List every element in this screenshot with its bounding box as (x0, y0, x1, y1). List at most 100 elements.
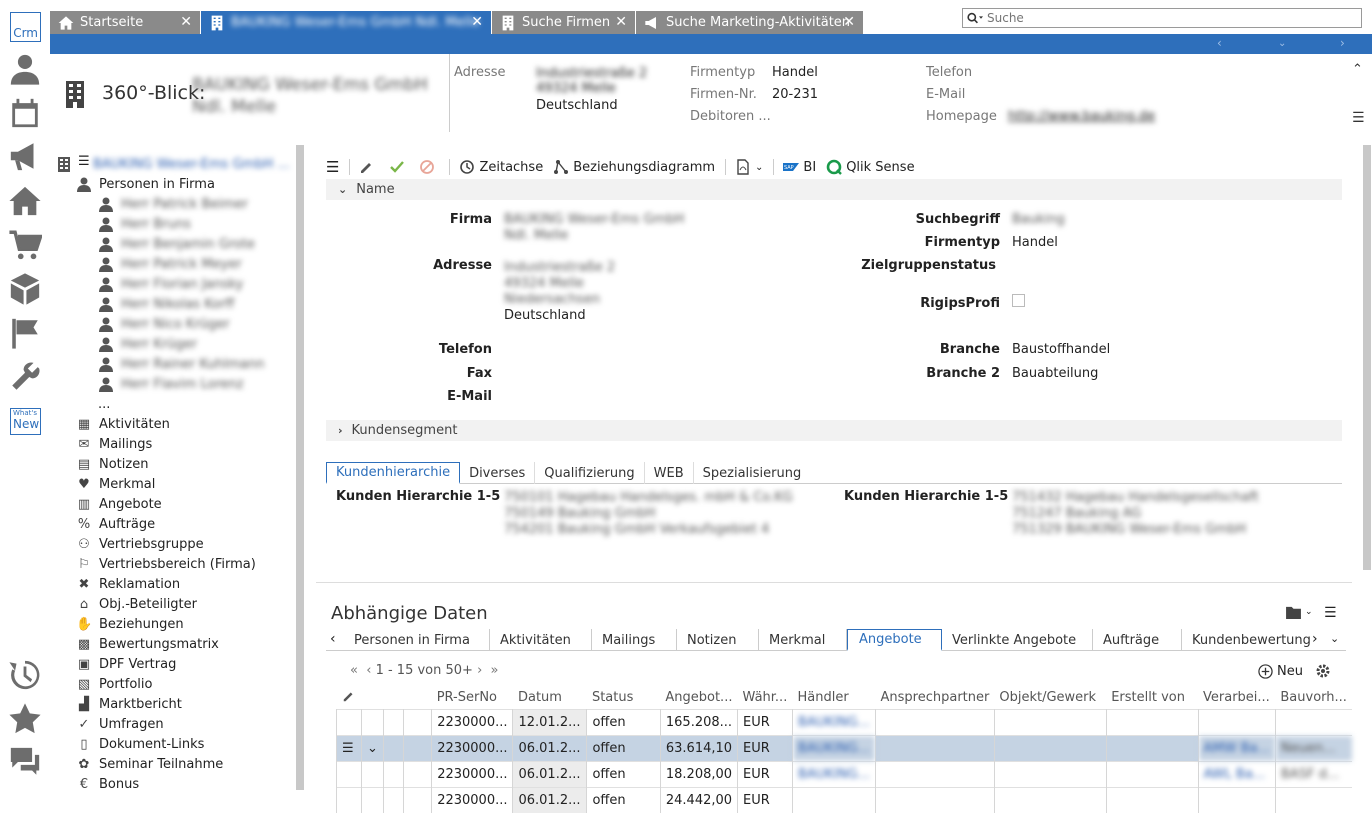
col-header[interactable]: Bauvorh... (1275, 687, 1352, 709)
folder-icon[interactable] (1286, 606, 1301, 623)
tree-item[interactable]: ✓ Umfragen (76, 714, 164, 734)
dtab-notizen[interactable]: Notizen (676, 629, 759, 651)
col-header[interactable]: Datum (513, 687, 587, 709)
chevron-down-icon[interactable]: ⌄ (360, 735, 384, 761)
tree-item[interactable]: ▤ Notizen (76, 454, 149, 474)
scrollbar[interactable] (1363, 145, 1371, 570)
tab-suche-marketing[interactable]: Suche Marketing-Aktivitäten ✕ (636, 11, 863, 34)
tree-person[interactable]: Herr Benjamin Grote (98, 234, 255, 254)
tree-item[interactable]: ✿ Seminar Teilnahme (76, 754, 224, 774)
chevron-down-icon[interactable]: ⌄ (755, 162, 763, 173)
home-icon[interactable] (6, 182, 44, 220)
tree-more[interactable]: ... (98, 394, 110, 414)
subtab-kundenhierarchie[interactable]: Kundenhierarchie (326, 462, 461, 484)
new-button[interactable]: Neu (1258, 663, 1331, 679)
tree-item[interactable]: ▥ Angebote (76, 494, 162, 514)
menu-icon[interactable]: ☰ (1324, 605, 1337, 621)
tree-person[interactable]: Herr Patrick Beimer (98, 194, 248, 214)
chevron-right-icon[interactable]: › (1312, 631, 1318, 647)
tree-item[interactable]: ▯ Dokument-Links (76, 734, 204, 754)
tree-item[interactable]: ✖ Reklamation (76, 574, 181, 594)
crm-logo[interactable]: Crm (10, 12, 41, 42)
tree-item-personen[interactable]: Personen in Firma (76, 174, 215, 194)
tree-person[interactable]: Herr Krüger (98, 334, 197, 354)
tree-item[interactable]: ▧ Portfolio (76, 674, 153, 694)
close-icon[interactable]: ✕ (615, 14, 627, 30)
dtab-auftraege[interactable]: Aufträge (1092, 629, 1182, 651)
chevron-left-icon[interactable]: ‹ (330, 631, 336, 647)
tree-person[interactable]: Herr Nico Krüger (98, 314, 230, 334)
tree-item[interactable]: ♥ Merkmal (76, 474, 155, 494)
dtab-merkmal[interactable]: Merkmal (758, 629, 847, 651)
table-row[interactable]: 2230000... 06.01.2... offen 18.208,00 EUR BAU… (336, 761, 1352, 787)
cart-icon[interactable] (6, 226, 44, 264)
bi-button[interactable]: SAP BI (783, 159, 816, 175)
tree-item[interactable]: € Bonus (76, 774, 139, 794)
tree-person[interactable]: Herr Patrick Meyer (98, 254, 242, 274)
whats-new-button[interactable]: What's New (10, 408, 41, 435)
chat-icon[interactable] (6, 743, 44, 781)
tree-person[interactable]: Herr Rainer Kuhlmann (98, 354, 264, 374)
first-page-icon[interactable]: « (350, 663, 358, 678)
scrollbar[interactable] (296, 145, 304, 790)
chevron-down-icon[interactable]: ⌄ (1305, 607, 1313, 617)
wrench-icon[interactable] (6, 358, 44, 396)
tree-item[interactable]: ⌂ Obj.-Beteiligter (76, 594, 197, 614)
table-row[interactable]: 2230000... 06.01.2... offen 24.442,00 EUR (336, 787, 1352, 813)
history-icon[interactable] (6, 656, 44, 694)
tree-root-company[interactable]: BAUKING Weser-Ems GmbH ... (56, 154, 290, 174)
tab-startseite[interactable]: Startseite ✕ (50, 11, 200, 34)
dtab-verlinkte-angebote[interactable]: Verlinkte Angebote (941, 629, 1093, 651)
name-section-header[interactable]: ⌄ Name (326, 179, 1342, 200)
dtab-personen[interactable]: Personen in Firma (343, 629, 490, 651)
kundensegment-section-header[interactable]: › Kundensegment (326, 420, 1342, 441)
gear-icon[interactable] (1315, 663, 1331, 679)
col-header[interactable]: Erstellt von (1106, 687, 1198, 709)
cancel-icon[interactable] (419, 159, 439, 175)
tree-item[interactable]: ⚇ Vertriebsgruppe (76, 534, 203, 554)
menu-icon[interactable]: ☰ (78, 154, 90, 169)
chevron-left-icon[interactable]: ‹ (1217, 36, 1222, 50)
person-icon[interactable] (6, 50, 44, 88)
pdf-export-button[interactable]: ⌄ (735, 159, 763, 175)
menu-icon[interactable]: ☰ (1352, 110, 1365, 126)
flag-icon[interactable] (6, 314, 44, 352)
table-row[interactable]: ☰ ⌄ 2230000... 06.01.2... offen 63.614,10 EUR B… (336, 735, 1352, 761)
tree-item[interactable]: ▩ Bewertungsmatrix (76, 634, 219, 654)
tree-item[interactable]: ▦ Aktivitäten (76, 414, 170, 434)
prev-page-icon[interactable]: ‹ (366, 663, 371, 678)
col-header[interactable]: Status (587, 687, 660, 709)
col-header[interactable]: Währ... (738, 687, 793, 709)
beziehungsdiagramm-button[interactable]: Beziehungsdiagramm (553, 159, 715, 175)
tree-item[interactable]: ⚐ Vertriebsbereich (Firma) (76, 554, 256, 574)
col-header[interactable]: Händler (793, 687, 876, 709)
subtab-spezialisierung[interactable]: Spezialisierung (694, 462, 811, 484)
close-icon[interactable]: ✕ (180, 14, 192, 30)
rigipsprofi-checkbox[interactable] (1012, 294, 1025, 307)
tree-item[interactable]: ✉ Mailings (76, 434, 153, 454)
dtab-mailings[interactable]: Mailings (591, 629, 677, 651)
qlik-button[interactable]: Qlik Sense (826, 159, 915, 175)
col-header[interactable]: Angebot... (660, 687, 737, 709)
dtab-aktivitaeten[interactable]: Aktivitäten (489, 629, 592, 651)
search-box[interactable] (962, 8, 1362, 28)
tree-person[interactable]: Herr Florian Jansky (98, 274, 243, 294)
col-header[interactable]: PR-SerNo (432, 687, 513, 709)
menu-icon[interactable]: ☰ (326, 158, 339, 176)
edit-icon[interactable] (359, 159, 379, 175)
check-icon[interactable] (389, 159, 409, 175)
col-header[interactable]: Objekt/Gewerk (994, 687, 1106, 709)
chevron-down-icon[interactable]: ⌄ (1278, 38, 1286, 49)
last-page-icon[interactable]: » (491, 663, 499, 678)
search-input[interactable] (987, 11, 1337, 25)
tree-item[interactable]: % Aufträge (76, 514, 155, 534)
next-page-icon[interactable]: › (477, 663, 482, 678)
tab-company[interactable]: BAUKING Weser-Ems GmbH Ndl. Melle ✕ (201, 11, 491, 34)
col-header[interactable]: Ansprechpartner (876, 687, 995, 709)
edit-icon[interactable] (337, 687, 362, 709)
tree-person[interactable]: Herr Nikolas Korff (98, 294, 234, 314)
tree-item[interactable]: ▟ Marktbericht (76, 694, 182, 714)
tree-person[interactable]: Herr Flavim Lorenz (98, 374, 244, 394)
subtab-diverses[interactable]: Diverses (460, 462, 536, 484)
col-header[interactable]: Verarbei... (1198, 687, 1275, 709)
